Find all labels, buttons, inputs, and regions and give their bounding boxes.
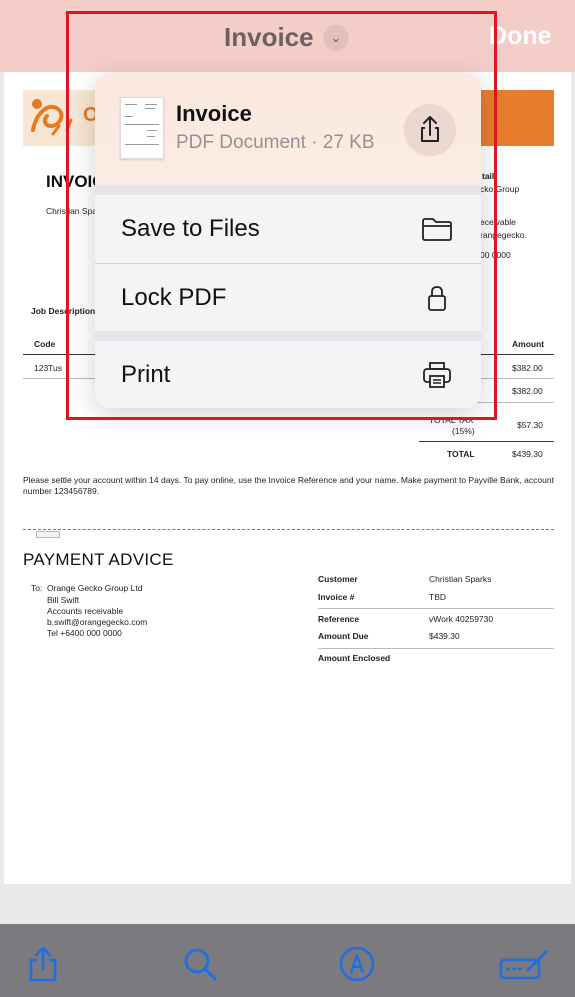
printer-icon — [423, 362, 451, 388]
bottom-toolbar — [0, 924, 575, 997]
tax-amount: $57.30 — [517, 420, 543, 430]
settle-text: Please settle your account within 14 day… — [23, 475, 554, 485]
folder-icon — [422, 218, 452, 241]
address-line: b.swift@orangegecko.com — [47, 617, 148, 627]
payment-advice-title: PAYMENT ADVICE — [23, 550, 174, 569]
form-fill-icon — [499, 950, 548, 980]
field-label: Amount Due — [318, 631, 369, 641]
address-line: Tel +6400 000 0000 — [47, 628, 122, 638]
tear-tab — [36, 531, 60, 538]
subtotal-amount: $382.00 — [512, 386, 543, 396]
field-label: Reference — [318, 614, 360, 624]
field-rule — [318, 648, 554, 649]
menu-item-label: Print — [121, 361, 171, 388]
field-label: Invoice # — [318, 592, 355, 602]
lock-pdf-item[interactable]: Lock PDF — [95, 264, 481, 332]
tear-line — [23, 529, 554, 530]
client-name: Christian Spa — [46, 206, 98, 216]
tax-rate: (15%) — [452, 426, 475, 436]
menu-item-label: Lock PDF — [121, 284, 227, 311]
field-rule — [318, 608, 554, 609]
share-icon — [29, 946, 57, 982]
code-header: Code — [34, 339, 56, 349]
toolbar-markup-button[interactable] — [337, 944, 377, 984]
table-rule — [419, 441, 554, 442]
print-item[interactable]: Print — [95, 341, 481, 408]
save-to-files-item[interactable]: Save to Files — [95, 195, 481, 263]
detail-header: tail — [482, 171, 495, 181]
row-amount: $382.00 — [512, 363, 543, 373]
tax-label: TOTAL TAX — [429, 415, 474, 425]
chevron-down-icon[interactable]: ⌄ — [323, 25, 349, 51]
address-line: Orange Gecko Group Ltd — [47, 583, 143, 593]
detail-line: rangegecko. — [480, 230, 527, 240]
nav-title[interactable]: Invoice — [224, 22, 314, 53]
row-code: 123Tus — [34, 363, 63, 373]
address-line: Accounts receivable — [47, 606, 124, 616]
document-name: Invoice — [176, 101, 252, 126]
document-thumbnail — [120, 97, 164, 159]
field-value: $439.30 — [429, 631, 460, 641]
job-description-label: Job Description: — [31, 306, 99, 316]
total-amount: $439.30 — [512, 449, 543, 459]
detail-line: 00 0000 — [480, 250, 511, 260]
field-label: Amount Enclosed — [318, 653, 391, 663]
menu-separator — [95, 331, 481, 341]
field-label: Customer — [318, 574, 358, 584]
field-value: Christian Sparks — [429, 574, 492, 584]
detail-line: eceivable — [480, 217, 516, 227]
navigation-bar: Invoice ⌄ Done — [0, 0, 575, 72]
field-value: TBD — [429, 592, 446, 602]
share-button[interactable] — [404, 104, 456, 156]
field-value: vWork 40259730 — [429, 614, 494, 624]
popover-header: Invoice PDF Document · 27 KB — [95, 73, 481, 185]
menu-separator — [95, 185, 481, 195]
done-button[interactable]: Done — [489, 22, 552, 51]
document-menu-popover: Invoice PDF Document · 27 KB Save to Fil… — [95, 73, 481, 408]
total-label: TOTAL — [447, 449, 475, 459]
settle-text: number 123456789. — [23, 486, 100, 496]
detail-line: cko Group — [480, 184, 520, 194]
toolbar-form-fill-button[interactable] — [498, 944, 550, 984]
amount-header: Amount — [512, 339, 545, 349]
document-meta: PDF Document · 27 KB — [176, 132, 375, 153]
search-icon — [184, 948, 217, 981]
toolbar-search-button[interactable] — [180, 944, 220, 984]
address-line: Bill Swift — [47, 595, 80, 605]
share-icon — [421, 116, 439, 142]
lock-icon — [428, 286, 446, 311]
to-label: To: — [31, 583, 43, 593]
toolbar-share-button[interactable] — [23, 944, 63, 984]
menu-item-label: Save to Files — [121, 215, 260, 242]
company-logo: Ora — [23, 90, 99, 146]
markup-icon — [339, 946, 375, 982]
